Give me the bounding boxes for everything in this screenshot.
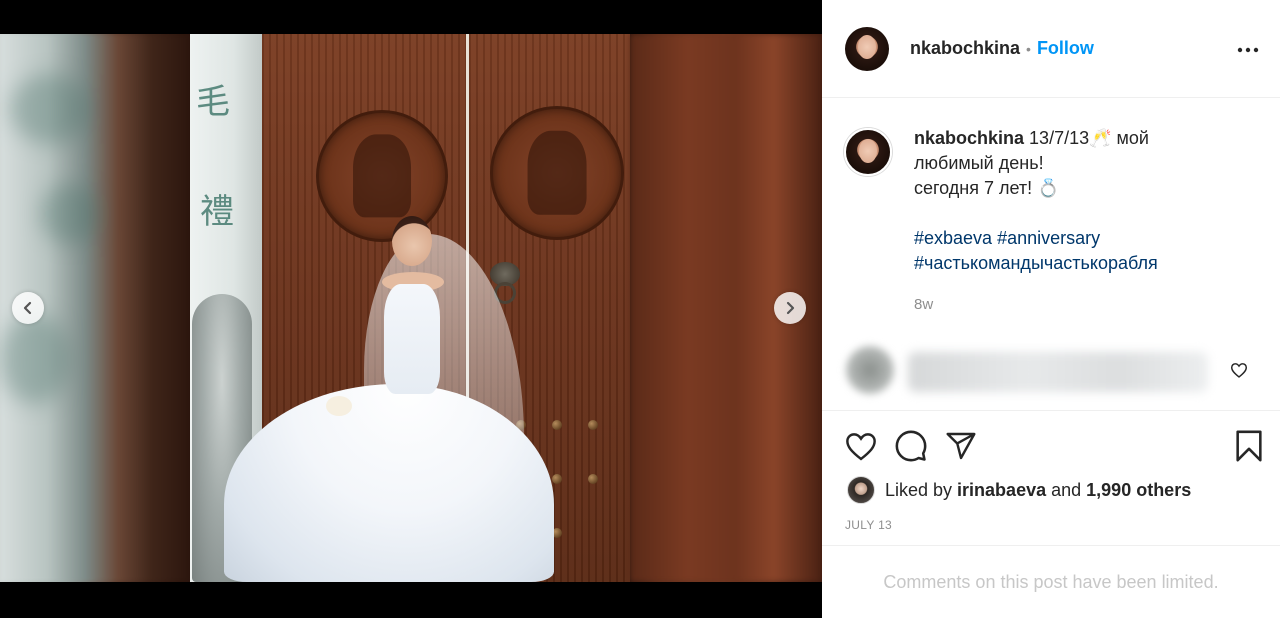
caption-line-2: любимый день! [914,153,1044,173]
bride-figure [214,204,554,582]
caption-avatar[interactable] [844,128,892,176]
post-caption: nkabochkina 13/7/13🥂 мой любимый день! с… [844,126,1264,317]
time-ago: 8w [914,296,934,313]
previous-slide-button[interactable] [12,292,44,324]
ring-emoji: 💍 [1037,178,1060,198]
carousel-stage: 毛 禮 [0,34,822,582]
author-username[interactable]: nkabochkina [910,38,1020,59]
follow-button[interactable]: Follow [1037,38,1094,59]
caption-date: 13/7/13 [1029,128,1090,148]
avatar[interactable] [845,26,889,71]
paper-plane-icon [946,432,976,460]
blurred-comment [844,340,1264,402]
post-side-panel: nkabochkina • Follow nkabochkina 13/7/13… [822,0,1280,618]
next-slide-button[interactable] [774,292,806,324]
likes-summary: Liked by irinabaeva and 1,990 others [847,476,1191,504]
save-button[interactable] [1222,426,1264,466]
chevron-left-icon [23,301,32,315]
heart-icon [1230,363,1248,378]
post-photo: 毛 禮 [190,34,630,582]
blurred-avatar [846,346,894,394]
caption-line-1: мой [1111,128,1149,148]
chevron-right-icon [786,301,795,315]
divider [822,410,1280,411]
liker-avatar[interactable] [847,476,875,504]
liker-username[interactable]: irinabaeva [957,480,1046,501]
likes-and: and [1051,479,1082,500]
hashtag-list: #exbaeva #anniversary #частькомандычасть… [914,226,1264,276]
comment-bubble-icon [895,430,927,462]
blurred-comment-text [908,352,1208,392]
media-viewer: 毛 禮 [0,0,822,618]
more-horizontal-icon [1237,47,1259,53]
post-date[interactable]: JULY 13 [845,518,892,532]
header-separator: • [1026,40,1031,57]
hashtag-link[interactable]: #exbaeva #anniversary [914,226,1264,251]
bookmark-icon [1236,430,1262,462]
caption-username[interactable]: nkabochkina [914,128,1024,148]
likes-others-link[interactable]: 1,990 others [1086,480,1191,501]
comment-area: Comments on this post have been limited. [822,545,1280,618]
clinking-glasses-emoji: 🥂 [1089,128,1112,148]
like-button[interactable] [844,426,886,466]
share-button[interactable] [944,426,986,466]
heart-icon [846,433,876,461]
post-header: nkabochkina • Follow [822,0,1280,98]
like-comment-button[interactable] [1230,362,1248,383]
comment-button[interactable] [894,426,936,466]
hashtag-link[interactable]: #частькомандычастькорабля [914,251,1264,276]
comments-limited-notice: Comments on this post have been limited. [883,571,1219,592]
more-options-button[interactable] [1236,38,1260,62]
likes-prefix: Liked by [885,479,953,500]
post-actions [844,424,1264,468]
caption-line-3: сегодня 7 лет! [914,178,1038,198]
